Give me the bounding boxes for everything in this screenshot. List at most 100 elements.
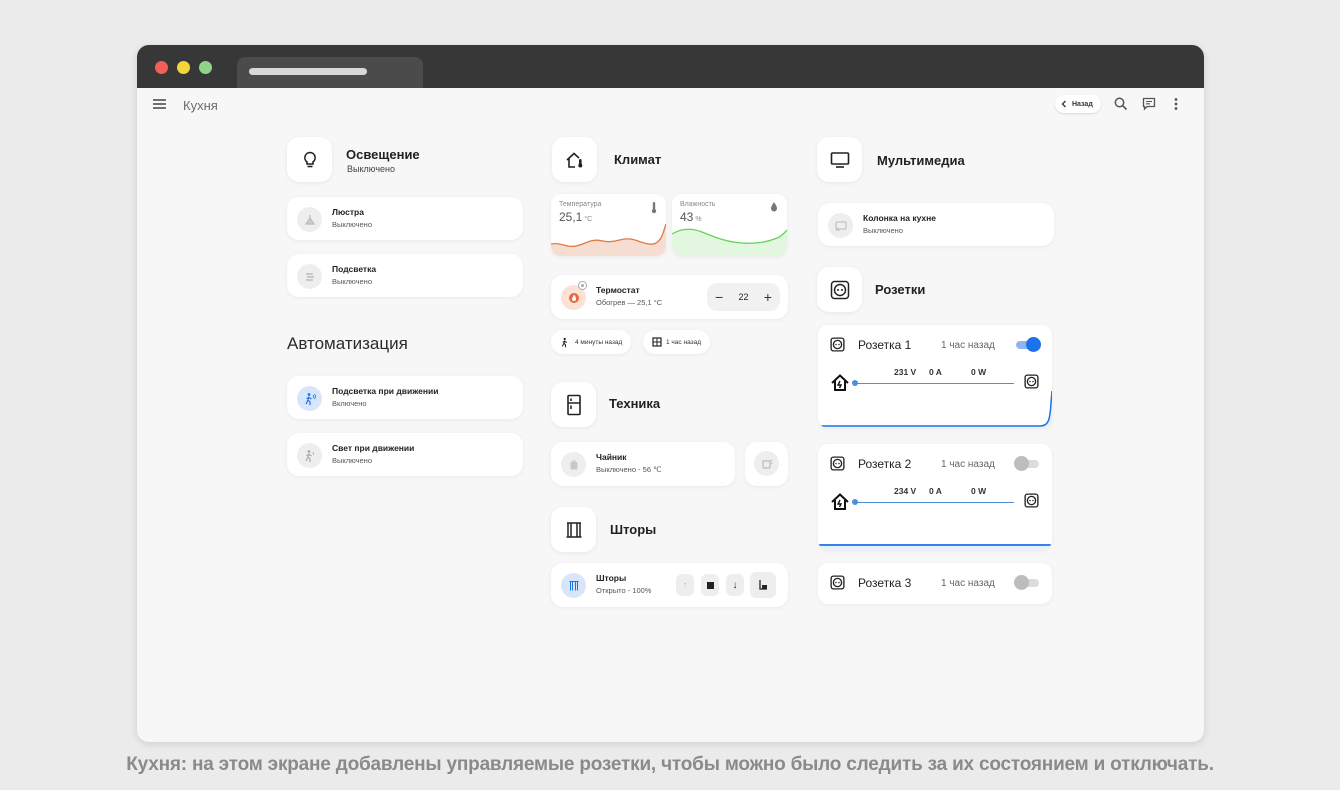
minimize-window-button[interactable] [177,61,190,74]
socket-2-voltage: 234 V [894,486,917,496]
socket-1-card[interactable]: Розетка 1 1 час назад 231 V 0 A 0 W [818,325,1052,428]
back-button-label: Назад [1072,100,1093,108]
kettle-card[interactable]: Чайник Выключено - 56 ℃ [551,442,735,486]
more-vert-icon[interactable] [1168,96,1184,112]
tab-url-placeholder [249,68,367,75]
chandelier-card[interactable]: Люстра Выключено [287,197,523,240]
motion-chip[interactable]: 4 минуты назад [551,330,632,354]
setpoint-stepper: − 22 + [707,283,780,311]
chandelier-state: Выключено [332,220,372,229]
motion-backlight-name: Подсветка при движении [332,386,439,396]
curtain-stop-button[interactable] [701,574,719,596]
app-header: Кухня Назад [137,88,1204,122]
outlet-icon [1024,493,1039,508]
chevron-left-icon [1061,100,1066,108]
socket-1-current: 0 A [929,367,942,377]
socket-1-power: 0 W [971,367,987,377]
curtain-position-icon [759,580,767,590]
lighting-title: Освещение [346,147,420,162]
socket-1-toggle[interactable] [1014,337,1041,352]
tv-icon[interactable] [817,137,862,182]
temperature-sensor-card[interactable]: Температура 25,1 °C [551,194,666,256]
socket-3-toggle[interactable] [1014,575,1041,590]
close-window-button[interactable] [155,61,168,74]
motion-chip-label: 4 минуты назад [575,338,623,346]
window-icon [652,337,662,347]
maximize-window-button[interactable] [199,61,212,74]
backlight-card[interactable]: Подсветка Выключено [287,254,523,297]
automation-heading: Автоматизация [287,334,408,353]
decrease-button[interactable]: − [715,290,723,304]
app-window: Кухня Назад Освещение Выключено Люстра В… [137,45,1204,742]
socket-1-time: 1 час назад [941,340,995,351]
curtain-state: Открыто - 100% [596,586,652,595]
socket-2-toggle[interactable] [1014,456,1041,471]
curtain-open-icon [561,573,586,598]
socket-1-power-graph [818,390,1052,428]
curtain-position-button[interactable] [750,572,776,598]
thermostat-name: Термостат [596,285,640,295]
cast-icon [828,213,853,238]
socket-icon[interactable] [817,267,862,312]
socket-icon [830,575,845,590]
motion-backlight-card[interactable]: Подсветка при движении Включено [287,376,523,419]
socket-2-time: 1 час назад [941,459,995,470]
curtain-name: Шторы [596,573,627,583]
temperature-label: Температура [559,201,602,208]
arrow-up-icon: ↑ [682,579,688,591]
curtains-icon[interactable] [551,507,596,552]
browser-tab[interactable] [237,57,423,88]
speaker-state: Выключено [863,226,903,235]
media-title: Мультимедиа [877,153,965,168]
curtains-title: Шторы [610,522,657,537]
curtain-card[interactable]: Шторы Открыто - 100% ↑ ↓ [551,563,788,607]
lighting-state: Выключено [347,164,395,174]
lightbulb-icon[interactable] [287,137,332,182]
motion-light-card[interactable]: Свет при движении Выключено [287,433,523,476]
curtain-close-button[interactable]: ↓ [726,574,744,596]
kettle-extra-card[interactable] [745,442,788,486]
home-thermometer-icon[interactable] [552,137,597,182]
speaker-card[interactable]: Колонка на кухне Выключено [818,203,1054,246]
socket-icon [830,456,845,471]
motion-icon [297,443,322,468]
socket-2-power-flow: 234 V 0 A 0 W [830,486,1045,516]
back-button[interactable]: Назад [1055,95,1101,113]
humidity-graph [672,228,787,256]
setpoint-value: 22 [738,292,749,302]
feedback-icon[interactable] [1141,96,1157,112]
thermometer-icon [651,202,657,214]
thermostat-settings-icon [578,281,587,290]
socket-3-card[interactable]: Розетка 3 1 час назад [818,563,1052,604]
arrow-down-icon: ↓ [732,579,738,591]
chandelier-name: Люстра [332,207,364,217]
thermostat-card[interactable]: Термостат Обогрев — 25,1 °C − 22 + [551,275,788,319]
screen-caption: Кухня: на этом экране добавлены управляе… [126,754,1214,775]
kettle-icon [561,452,586,477]
page-title: Кухня [183,98,218,113]
socket-2-power: 0 W [971,486,987,496]
socket-2-power-graph [818,544,1052,550]
climate-title: Климат [614,152,662,167]
kettle-name: Чайник [596,452,627,462]
sockets-title: Розетки [875,282,926,297]
speaker-name: Колонка на кухне [863,213,937,223]
socket-1-voltage: 231 V [894,367,917,377]
humidity-sensor-card[interactable]: Влажность 43% [672,194,787,256]
window-chip[interactable]: 1 час назад [643,330,710,354]
kettle-state: Выключено - 56 ℃ [596,465,662,474]
fridge-icon[interactable] [551,382,596,427]
backlight-state: Выключено [332,277,372,286]
browser-titlebar [137,45,1204,88]
humidity-label: Влажность [680,201,716,208]
curtain-open-button[interactable]: ↑ [676,574,694,596]
increase-button[interactable]: + [764,290,772,304]
thermostat-state: Обогрев — 25,1 °C [596,298,663,307]
stop-icon [706,581,714,589]
search-icon[interactable] [1113,96,1129,112]
socket-2-card[interactable]: Розетка 2 1 час назад 234 V 0 A 0 W [818,444,1052,550]
socket-1-name: Розетка 1 [858,338,912,352]
menu-icon[interactable] [153,99,166,109]
kettle-power-icon [754,451,779,476]
chandelier-icon [297,207,322,232]
